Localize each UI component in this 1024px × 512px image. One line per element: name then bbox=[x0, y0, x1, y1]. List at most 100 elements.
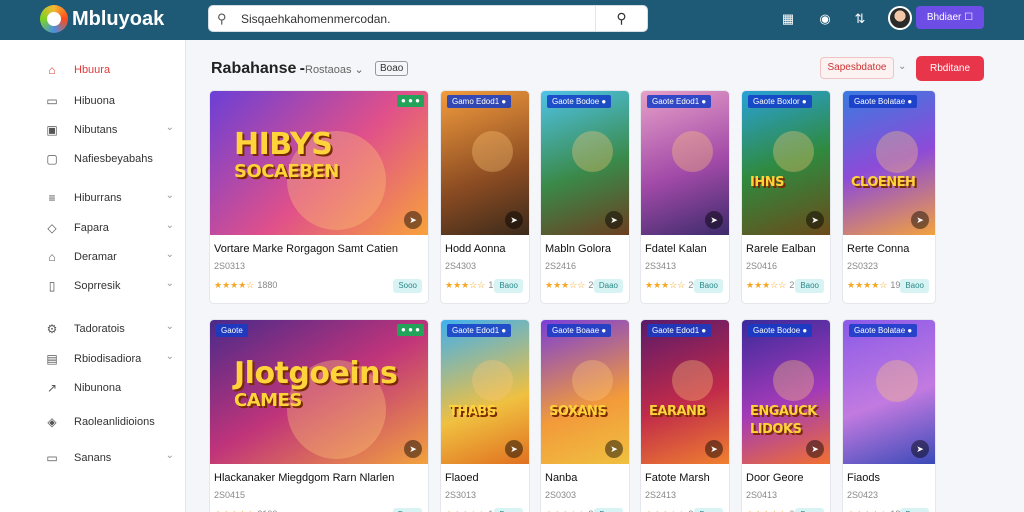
sidebar-item[interactable]: ▭ Sanans ⌄ bbox=[44, 448, 184, 468]
game-title[interactable]: Rarele Ealban bbox=[746, 243, 828, 255]
chevron-down-icon[interactable]: ⌄ bbox=[166, 190, 174, 201]
action-chip[interactable]: Sooo bbox=[393, 279, 422, 293]
game-art-title: CAMES bbox=[234, 390, 302, 411]
play-icon[interactable]: ➤ bbox=[605, 440, 623, 458]
category-tag: Gaote bbox=[216, 324, 248, 337]
sidebar-item[interactable]: ⌂ Deramar ⌄ bbox=[44, 247, 184, 267]
game-card[interactable]: SOXANSGaote Boaae ●➤Nanba2S0303★★★☆☆20SB… bbox=[540, 319, 630, 512]
category-tag: Gaote Bolatae ● bbox=[849, 95, 918, 108]
chevron-down-icon[interactable]: ⌄ bbox=[166, 450, 174, 461]
sidebar-item[interactable]: ▯ Soprresik ⌄ bbox=[44, 276, 184, 296]
play-icon[interactable]: ➤ bbox=[911, 440, 929, 458]
action-chip[interactable]: Baoo bbox=[795, 508, 824, 512]
sidebar-item-label: Nafiesbeyabahs bbox=[74, 153, 153, 165]
action-chip[interactable]: Baoo bbox=[594, 508, 623, 512]
user-avatar[interactable] bbox=[888, 6, 912, 30]
chevron-down-icon[interactable]: ⌄ bbox=[166, 220, 174, 231]
action-chip[interactable]: Baoo bbox=[900, 279, 929, 293]
sidebar-item-label: Rbiodisadiora bbox=[74, 353, 142, 365]
app-logo[interactable] bbox=[40, 5, 68, 33]
play-icon[interactable]: ➤ bbox=[505, 440, 523, 458]
game-title[interactable]: Fiaods bbox=[847, 472, 933, 484]
sidebar-item[interactable]: ▣ Nibutans ⌄ bbox=[44, 120, 184, 140]
action-chip[interactable]: Baoo bbox=[795, 279, 824, 293]
account-button[interactable]: Bhdiaer ☐ bbox=[916, 6, 984, 29]
action-chip[interactable]: Baoo bbox=[694, 279, 723, 293]
search-bar: ⚲ ⚲ bbox=[208, 5, 648, 32]
game-card[interactable]: ENGAUCK LIDOKS Gaote Bodoe ● ➤ Door Geore 2S0… bbox=[741, 319, 831, 512]
play-icon[interactable]: ➤ bbox=[705, 211, 723, 229]
sidebar-item[interactable]: ▭ Hibuona bbox=[44, 91, 184, 111]
game-title[interactable]: Nanba bbox=[545, 472, 627, 484]
game-title[interactable]: Vortare Marke Rorgagon Samt Catien bbox=[214, 243, 426, 255]
game-card[interactable]: Gamo Edod1 ● ➤ Hodd Aonna 2S4303 ★★★☆☆16Baoo bbox=[440, 90, 530, 304]
game-card[interactable]: Jlotgoeins CAMES Gaote ● ● ● ➤ Hlackanaker Mi… bbox=[209, 319, 429, 512]
play-icon[interactable]: ➤ bbox=[806, 440, 824, 458]
action-chip[interactable]: Baoo bbox=[494, 508, 523, 512]
game-thumbnail[interactable]: HIBYS SOCAEBEN bbox=[210, 91, 428, 235]
action-chip[interactable]: Baoo bbox=[494, 279, 523, 293]
action-chip[interactable]: Dooo bbox=[392, 508, 422, 512]
game-title[interactable]: Flaoed bbox=[445, 472, 527, 484]
game-card[interactable]: CLOENEH Gaote Bolatae ● ➤ Rerte Conna 2S0323… bbox=[842, 90, 936, 304]
primary-action-button[interactable]: Rbditane bbox=[916, 56, 984, 81]
game-title[interactable]: Rerte Conna bbox=[847, 243, 933, 255]
chevron-down-icon[interactable]: ⌄ bbox=[166, 249, 174, 260]
game-card[interactable]: THABSGaote Edod1 ●➤Flaoed2S3013★★★☆☆16Ba… bbox=[440, 319, 530, 512]
chevron-down-icon[interactable]: ⌄ bbox=[166, 278, 174, 289]
play-icon[interactable]: ➤ bbox=[505, 211, 523, 229]
app-name[interactable]: Mbluyoak bbox=[72, 8, 164, 31]
search-button[interactable]: ⚲ bbox=[595, 6, 647, 31]
game-card[interactable]: EARANBGaote Edod1 ●➤Fatote Marsh2S2413★★… bbox=[640, 319, 730, 512]
sidebar-item[interactable]: ◇ Fapara ⌄ bbox=[44, 218, 184, 238]
sidebar-item[interactable]: ⚙ Tadoratois ⌄ bbox=[44, 319, 184, 339]
game-card[interactable]: Gaote Bodoe ●➤Mabln Golora2S2416★★★☆☆203… bbox=[540, 90, 630, 304]
filter-badge[interactable]: Boao bbox=[375, 61, 409, 76]
apps-grid-icon[interactable]: ▦ bbox=[778, 9, 798, 29]
sidebar-item[interactable]: ↗ Nibunona bbox=[44, 378, 184, 398]
sidebar-item[interactable]: ◈ Raoleanlidioions bbox=[44, 412, 184, 432]
star-icons: ★★★☆☆ bbox=[645, 280, 686, 290]
play-icon[interactable]: ➤ bbox=[911, 211, 929, 229]
play-icon[interactable]: ➤ bbox=[806, 211, 824, 229]
play-icon[interactable]: ➤ bbox=[605, 211, 623, 229]
location-pin-icon[interactable]: ◉ bbox=[815, 9, 835, 29]
chevron-down-icon[interactable]: ⌄ bbox=[166, 321, 174, 332]
action-chip[interactable]: Daao bbox=[593, 279, 623, 293]
game-title[interactable]: Hodd Aonna bbox=[445, 243, 527, 255]
sort-button[interactable]: Sapesbdatoe bbox=[820, 57, 894, 79]
sidebar-item-label: Hiburrans bbox=[74, 192, 122, 204]
bag-icon: ▯ bbox=[48, 279, 56, 293]
sidebar-item[interactable]: ≡ Hiburrans ⌄ bbox=[44, 188, 184, 208]
share-icon[interactable]: ⇅ bbox=[850, 9, 870, 29]
sidebar-item-label: Soprresik bbox=[74, 280, 121, 292]
game-title[interactable]: Fdatel Kalan bbox=[645, 243, 727, 255]
game-meta: 2S0323 bbox=[847, 261, 879, 271]
chevron-down-icon[interactable]: ⌄ bbox=[898, 61, 906, 72]
game-thumbnail[interactable]: Jlotgoeins CAMES bbox=[210, 320, 428, 464]
category-tag: Gaote Boxlor ● bbox=[748, 95, 812, 108]
sidebar-item[interactable]: ⌂ Hbuura bbox=[44, 60, 184, 80]
gear-icon: ⚙ bbox=[46, 322, 58, 336]
sidebar-item[interactable]: ▤ Rbiodisadiora ⌄ bbox=[44, 349, 184, 369]
sidebar-item-label: Nibunona bbox=[74, 382, 122, 394]
action-chip[interactable]: Baoo bbox=[900, 508, 929, 512]
star-rating: ★★★☆☆16 bbox=[445, 280, 498, 291]
play-icon[interactable]: ➤ bbox=[404, 211, 422, 229]
play-icon[interactable]: ➤ bbox=[705, 440, 723, 458]
game-card[interactable]: IHNS Gaote Boxlor ● ➤ Rarele Ealban 2S0416 ★★… bbox=[741, 90, 831, 304]
game-card[interactable]: Gaote Edod1 ● ➤ Fdatel Kalan 2S3413 ★★★☆☆20B… bbox=[640, 90, 730, 304]
game-title[interactable]: Door Geore bbox=[746, 472, 828, 484]
chevron-down-icon[interactable]: ⌄ bbox=[166, 351, 174, 362]
chevron-down-icon[interactable]: ⌄ bbox=[166, 122, 174, 133]
sidebar-item[interactable]: ▢ Nafiesbeyabahs bbox=[44, 149, 184, 169]
search-input[interactable] bbox=[241, 10, 581, 28]
game-title[interactable]: Hlackanaker Miegdgom Rarn Nlarlen bbox=[214, 472, 426, 484]
filter-dropdown[interactable]: Rostaoas ⌄ bbox=[305, 63, 364, 76]
game-card[interactable]: HIBYS SOCAEBEN ● ● ● ➤ Vortare Marke Rorgago… bbox=[209, 90, 429, 304]
game-title[interactable]: Fatote Marsh bbox=[645, 472, 727, 484]
game-title[interactable]: Mabln Golora bbox=[545, 243, 627, 255]
game-card[interactable]: Gaote Bolatae ●➤Fiaods2S0423★★★★☆18Baoo bbox=[842, 319, 936, 512]
play-icon[interactable]: ➤ bbox=[404, 440, 422, 458]
action-chip[interactable]: Baoo bbox=[694, 508, 723, 512]
